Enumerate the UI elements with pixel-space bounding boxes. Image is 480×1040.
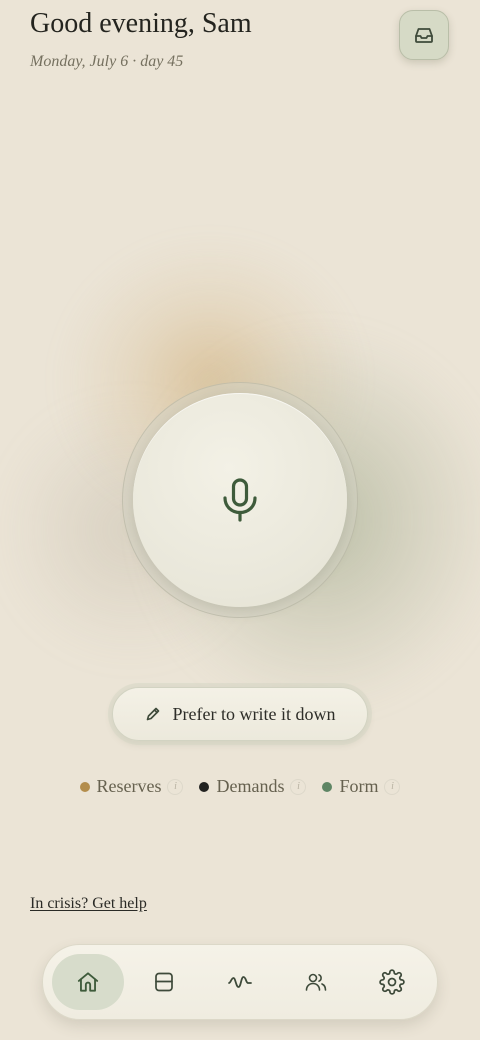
info-icon[interactable]: i bbox=[290, 778, 307, 795]
home-icon bbox=[77, 972, 99, 992]
inbox-icon bbox=[415, 28, 433, 43]
date-separator: · bbox=[132, 53, 137, 70]
legend-item-reserves: Reserves i bbox=[79, 776, 184, 797]
nav-item-home[interactable] bbox=[52, 954, 124, 1010]
record-voice-button[interactable] bbox=[133, 393, 347, 607]
microphone-icon bbox=[223, 478, 257, 522]
date-text: Monday, July 6 bbox=[30, 53, 129, 70]
bottom-nav bbox=[42, 944, 438, 1020]
write-entry-button[interactable]: Prefer to write it down bbox=[112, 687, 368, 741]
legend-item-demands: Demands i bbox=[199, 776, 307, 797]
legend-label-reserves: Reserves bbox=[96, 776, 162, 796]
inbox-button[interactable] bbox=[399, 10, 449, 60]
gear-icon bbox=[379, 969, 405, 995]
reserves-dot bbox=[79, 781, 90, 792]
wave-icon bbox=[228, 976, 252, 988]
write-entry-label: Prefer to write it down bbox=[172, 703, 336, 724]
legend-label-demands: Demands bbox=[216, 776, 285, 796]
day-count: day 45 bbox=[140, 53, 184, 70]
nav-item-journal[interactable] bbox=[128, 954, 200, 1010]
demands-dot bbox=[199, 781, 210, 792]
journal-icon bbox=[155, 972, 173, 992]
crisis-help-link[interactable]: In crisis? Get help bbox=[30, 895, 147, 913]
legend-label-form: Form bbox=[339, 776, 379, 796]
nav-item-settings[interactable] bbox=[356, 954, 428, 1010]
form-dot bbox=[322, 781, 333, 792]
nav-item-people[interactable] bbox=[280, 954, 352, 1010]
legend: Reserves i Demands i Form i bbox=[0, 776, 480, 797]
date-line: Monday, July 6 · day 45 bbox=[30, 53, 183, 71]
nav-item-trends[interactable] bbox=[204, 954, 276, 1010]
info-icon[interactable]: i bbox=[167, 778, 184, 795]
info-icon[interactable]: i bbox=[384, 778, 401, 795]
people-icon bbox=[305, 973, 327, 991]
greeting-title: Good evening, Sam bbox=[30, 8, 252, 39]
pencil-icon bbox=[146, 707, 159, 721]
legend-item-form: Form i bbox=[322, 776, 401, 797]
